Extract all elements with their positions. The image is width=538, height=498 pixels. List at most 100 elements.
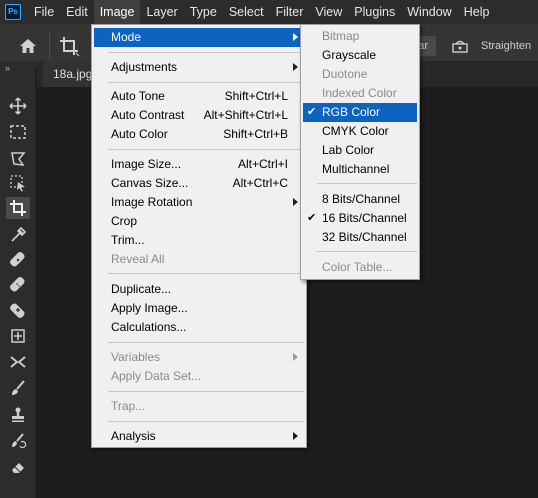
menu-separator xyxy=(317,251,417,252)
menu-window[interactable]: Window xyxy=(401,0,457,24)
menu-item-label: Adjustments xyxy=(111,60,178,74)
mode-item-cmyk-color[interactable]: CMYK Color xyxy=(303,122,417,141)
mode-item-lab-color[interactable]: Lab Color xyxy=(303,141,417,160)
menu-item-shortcut: Alt+Ctrl+I xyxy=(237,157,288,171)
marquee-tool-icon[interactable] xyxy=(6,121,30,143)
menu-item-calculations[interactable]: Calculations... xyxy=(94,318,304,337)
submenu-arrow-icon xyxy=(293,353,298,361)
menu-item-label: Apply Image... xyxy=(111,301,188,315)
menu-item-label: RGB Color xyxy=(322,105,381,119)
content-aware-move-icon[interactable] xyxy=(6,325,30,347)
submenu-arrow-icon xyxy=(293,63,298,71)
lasso-tool-icon[interactable] xyxy=(6,147,30,169)
mode-submenu: Bitmap Grayscale Duotone Indexed Color ✔… xyxy=(300,24,420,280)
healing-brush-icon[interactable] xyxy=(6,274,30,296)
menu-item-label: 16 Bits/Channel xyxy=(322,211,407,225)
menu-layer[interactable]: Layer xyxy=(140,0,183,24)
menu-filter[interactable]: Filter xyxy=(270,0,310,24)
menu-item-label: Calculations... xyxy=(111,320,187,334)
menu-item-apply-image[interactable]: Apply Image... xyxy=(94,299,304,318)
menu-item-trim[interactable]: Trim... xyxy=(94,231,304,250)
menu-separator xyxy=(108,82,304,83)
menu-item-image-rotation[interactable]: Image Rotation xyxy=(94,193,304,212)
menu-plugins[interactable]: Plugins xyxy=(348,0,401,24)
menu-item-label: Indexed Color xyxy=(322,86,397,100)
menu-item-trap[interactable]: Trap... xyxy=(94,397,304,416)
menu-item-label: Canvas Size... xyxy=(111,176,189,190)
mode-item-32-bits[interactable]: 32 Bits/Channel xyxy=(303,228,417,247)
menu-separator xyxy=(108,391,304,392)
level-icon[interactable] xyxy=(452,38,468,54)
menu-separator xyxy=(317,183,417,184)
menu-item-auto-color[interactable]: Auto Color Shift+Ctrl+B xyxy=(94,125,304,144)
eyedropper-tool-icon[interactable] xyxy=(6,224,30,246)
menu-item-apply-data-set[interactable]: Apply Data Set... xyxy=(94,367,304,386)
menu-type[interactable]: Type xyxy=(184,0,223,24)
menu-item-label: Multichannel xyxy=(322,162,390,176)
photoshop-logo-icon[interactable]: Ps xyxy=(5,4,21,20)
checkmark-icon: ✔ xyxy=(307,212,317,224)
menu-item-label: Auto Tone xyxy=(111,89,165,103)
menu-item-mode[interactable]: Mode xyxy=(94,28,304,47)
mode-item-multichannel[interactable]: Multichannel xyxy=(303,160,417,179)
checkmark-icon: ✔ xyxy=(307,106,317,118)
menu-item-analysis[interactable]: Analysis xyxy=(94,427,304,446)
menu-item-duplicate[interactable]: Duplicate... xyxy=(94,280,304,299)
red-eye-tool-icon[interactable] xyxy=(6,351,30,373)
mode-item-16-bits[interactable]: ✔ 16 Bits/Channel xyxy=(303,209,417,228)
mode-item-bitmap[interactable]: Bitmap xyxy=(303,27,417,46)
menu-edit[interactable]: Edit xyxy=(60,0,94,24)
menu-item-reveal-all[interactable]: Reveal All xyxy=(94,250,304,269)
mode-item-color-table[interactable]: Color Table... xyxy=(303,258,417,277)
history-brush-icon[interactable] xyxy=(6,430,30,452)
object-selection-tool-icon[interactable] xyxy=(6,172,30,194)
menu-item-label: Trim... xyxy=(111,233,145,247)
crop-tool-icon[interactable] xyxy=(6,197,30,219)
clone-stamp-tool-icon[interactable] xyxy=(6,404,30,426)
submenu-arrow-icon xyxy=(293,33,298,41)
menu-item-label: Trap... xyxy=(111,399,146,413)
menu-item-label: Auto Color xyxy=(111,127,168,141)
mode-item-duotone[interactable]: Duotone xyxy=(303,65,417,84)
menu-item-label: Duplicate... xyxy=(111,282,172,296)
menu-item-label: Auto Contrast xyxy=(111,108,185,122)
menu-item-auto-contrast[interactable]: Auto Contrast Alt+Shift+Ctrl+L xyxy=(94,106,304,125)
mode-item-rgb-color[interactable]: ✔ RGB Color xyxy=(303,103,417,122)
menu-help[interactable]: Help xyxy=(458,0,496,24)
options-divider xyxy=(49,32,50,60)
menu-separator xyxy=(108,342,304,343)
menu-image[interactable]: Image xyxy=(93,0,141,24)
collapse-icon[interactable]: ›› xyxy=(5,63,10,73)
mode-item-indexed-color[interactable]: Indexed Color xyxy=(303,84,417,103)
brush-tool-icon[interactable] xyxy=(6,377,30,399)
patch-tool-icon[interactable] xyxy=(6,299,30,321)
menu-item-label: Variables xyxy=(111,350,161,364)
menu-item-adjustments[interactable]: Adjustments xyxy=(94,58,304,77)
menu-item-canvas-size[interactable]: Canvas Size... Alt+Ctrl+C xyxy=(94,174,304,193)
menu-item-label: 8 Bits/Channel xyxy=(322,192,401,206)
menu-item-label: Image Size... xyxy=(111,157,182,171)
menu-item-label: Crop xyxy=(111,214,138,228)
straighten-label[interactable]: Straighten xyxy=(481,40,531,52)
menu-item-image-size[interactable]: Image Size... Alt+Ctrl+I xyxy=(94,155,304,174)
home-icon[interactable] xyxy=(18,36,38,56)
mode-item-grayscale[interactable]: Grayscale xyxy=(303,46,417,65)
menu-select[interactable]: Select xyxy=(223,0,270,24)
menu-item-auto-tone[interactable]: Auto Tone Shift+Ctrl+L xyxy=(94,87,304,106)
spot-healing-brush-icon[interactable] xyxy=(6,249,30,271)
eraser-tool-icon[interactable] xyxy=(6,456,30,478)
move-tool-icon[interactable] xyxy=(6,95,30,117)
menu-bar: Ps File Edit Image Layer Type Select Fil… xyxy=(0,0,538,24)
submenu-arrow-icon xyxy=(293,432,298,440)
menu-file[interactable]: File xyxy=(28,0,60,24)
menu-item-label: Mode xyxy=(111,30,142,44)
menu-item-crop[interactable]: Crop xyxy=(94,212,304,231)
menu-item-shortcut: Shift+Ctrl+L xyxy=(224,89,288,103)
menu-item-variables[interactable]: Variables xyxy=(94,348,304,367)
crop-tool-icon[interactable] xyxy=(58,35,80,57)
menu-item-label: Grayscale xyxy=(322,48,377,62)
menu-item-label: Reveal All xyxy=(111,252,165,266)
menu-item-label: CMYK Color xyxy=(322,124,389,138)
mode-item-8-bits[interactable]: 8 Bits/Channel xyxy=(303,190,417,209)
menu-view[interactable]: View xyxy=(309,0,348,24)
